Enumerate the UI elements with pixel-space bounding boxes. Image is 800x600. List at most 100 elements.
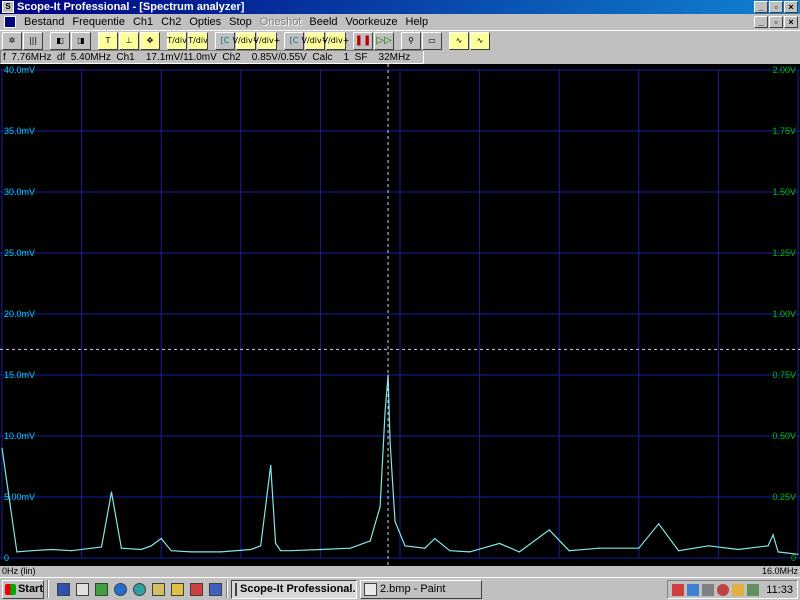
crosshair-button[interactable]: ✥ bbox=[140, 31, 160, 50]
spectrum-point bbox=[71, 550, 73, 552]
quicklaunch-paint-icon[interactable] bbox=[93, 581, 109, 597]
gear-button[interactable]: ✲ bbox=[2, 31, 22, 50]
tray-shield-icon[interactable] bbox=[717, 583, 730, 596]
quicklaunch-ie-icon[interactable] bbox=[112, 581, 128, 597]
window-controls: _ ▫ × bbox=[754, 1, 798, 13]
spectrum-point bbox=[140, 548, 142, 551]
channel-right-button[interactable]: ◨ bbox=[71, 31, 91, 50]
tray-monitor-icon[interactable] bbox=[702, 583, 715, 596]
pause-button[interactable]: ❚❚ bbox=[353, 31, 373, 50]
channel-left-button[interactable]: ◧ bbox=[50, 31, 70, 50]
tray-volume-icon[interactable] bbox=[747, 583, 760, 596]
tray-scheduler-icon[interactable] bbox=[732, 583, 745, 596]
spectrum-point bbox=[220, 551, 222, 553]
left-axis-label: 15.0mV bbox=[4, 370, 36, 380]
menu-opties[interactable]: Opties bbox=[185, 16, 225, 28]
time-cursor-button[interactable]: T bbox=[98, 31, 118, 50]
spectrum-point bbox=[389, 441, 391, 443]
spectrum-point bbox=[170, 550, 172, 552]
bars-icon: ||| bbox=[28, 35, 38, 45]
doc-minimize-button[interactable]: _ bbox=[754, 16, 768, 28]
left-axis-label: 10.0mV bbox=[4, 431, 36, 441]
x-axis-start-label: 0Hz (lin) bbox=[2, 566, 36, 576]
spectrum-point bbox=[678, 550, 680, 552]
wave-2-button[interactable]: ∿ bbox=[470, 31, 490, 50]
crosshair-icon: ✥ bbox=[146, 35, 154, 45]
spectrum-plot[interactable] bbox=[0, 64, 800, 566]
spectrum-point bbox=[449, 550, 451, 552]
quicklaunch-explorer-icon[interactable] bbox=[169, 581, 185, 597]
quicklaunch-calc-icon[interactable] bbox=[74, 581, 90, 597]
spectrum-point bbox=[100, 546, 103, 548]
spectrum-point bbox=[270, 464, 272, 466]
quicklaunch-network-icon[interactable] bbox=[131, 581, 147, 597]
menu-help[interactable]: Help bbox=[402, 16, 433, 28]
menu-ch1[interactable]: Ch1 bbox=[129, 16, 157, 28]
start-button[interactable]: Start bbox=[2, 579, 44, 599]
spectrum-point bbox=[548, 529, 550, 531]
menu-voorkeuze[interactable]: Voorkeuze bbox=[342, 16, 402, 28]
right-axis-label: 0.75V bbox=[772, 370, 796, 380]
right-axis-label: 0.50V bbox=[772, 431, 796, 441]
close-button[interactable]: × bbox=[784, 1, 798, 13]
toolbar: ✲ ||| ◧ ◨ T ⊥ ✥ T/div T/div [C V/div− V/div+ [C V/div… bbox=[0, 30, 800, 50]
app-icon[interactable]: S bbox=[2, 1, 14, 13]
left-axis-label: 0 bbox=[4, 553, 10, 563]
bars-button[interactable]: ||| bbox=[23, 31, 43, 50]
menu-frequentie[interactable]: Frequentie bbox=[68, 16, 129, 28]
title-bar[interactable]: S Scope-It Professional - [Spectrum anal… bbox=[0, 0, 800, 14]
dot-cursor-button[interactable]: ⊥ bbox=[119, 31, 139, 50]
tray-network-icon[interactable] bbox=[687, 583, 700, 596]
quicklaunch-outlook-icon[interactable] bbox=[188, 581, 204, 597]
right-axis-label: 0.25V bbox=[772, 492, 796, 502]
quicklaunch-desktop-icon[interactable] bbox=[150, 581, 166, 597]
menu-beeld[interactable]: Beeld bbox=[305, 16, 341, 28]
left-axis-label: 30.0mV bbox=[4, 187, 36, 197]
quicklaunch-media-icon[interactable] bbox=[207, 581, 223, 597]
menu-bestand[interactable]: Bestand bbox=[20, 16, 68, 28]
wave-1-button[interactable]: ∿ bbox=[449, 31, 469, 50]
spectrum-point bbox=[275, 542, 277, 544]
task-button-scope-it[interactable]: Scope-It Professional... bbox=[231, 579, 357, 599]
volt-div-up-icon: V/div+ bbox=[253, 35, 281, 45]
right-axis-label: 0 bbox=[790, 553, 796, 563]
minimize-button[interactable]: _ bbox=[754, 1, 768, 13]
paint-task-icon bbox=[364, 582, 377, 596]
spectrum-point bbox=[16, 551, 18, 553]
time-div-up-button[interactable]: T/div bbox=[167, 31, 187, 50]
doc-close-button[interactable]: × bbox=[784, 16, 798, 28]
menu-ch2[interactable]: Ch2 bbox=[157, 16, 185, 28]
quicklaunch-save-icon[interactable] bbox=[55, 581, 71, 597]
task-button-paint[interactable]: 2.bmp - Paint bbox=[360, 579, 482, 599]
time-div-down-button[interactable]: T/div bbox=[188, 31, 208, 50]
maximize-button[interactable]: ▫ bbox=[769, 1, 783, 13]
grid-button[interactable]: ▭ bbox=[422, 31, 442, 50]
spectrum-point bbox=[394, 520, 396, 522]
task-label: 2.bmp - Paint bbox=[380, 583, 446, 595]
time-div-down-icon: T/div bbox=[188, 35, 208, 45]
channel-left-icon: ◧ bbox=[56, 35, 64, 45]
menu-oneshot[interactable]: Oneshot bbox=[256, 16, 306, 28]
document-icon[interactable] bbox=[4, 16, 16, 28]
menu-bar: Bestand Frequentie Ch1 Ch2 Opties Stop Oneshot… bbox=[0, 14, 800, 30]
magnify-button[interactable]: ⚲ bbox=[401, 31, 421, 50]
volt-div-up-button[interactable]: V/div+ bbox=[254, 31, 280, 50]
wave-1-icon: ∿ bbox=[455, 35, 463, 45]
dot-cursor-icon: ⊥ bbox=[125, 35, 133, 45]
spectrum-point bbox=[319, 548, 321, 551]
volt-div-up-2-button[interactable]: V/div+ bbox=[323, 31, 349, 50]
menu-stop[interactable]: Stop bbox=[225, 16, 256, 28]
spectrum-point bbox=[384, 411, 386, 413]
magnify-icon: ⚲ bbox=[408, 35, 414, 45]
right-axis-label: 1.00V bbox=[772, 309, 796, 319]
channel-right-icon: ◨ bbox=[77, 35, 85, 45]
play-button[interactable]: ▷▷ bbox=[374, 31, 394, 50]
right-axis-label: 1.25V bbox=[772, 248, 796, 258]
tray-app-icon[interactable] bbox=[672, 583, 685, 596]
spectrum-point bbox=[434, 537, 436, 540]
x-axis-end-label: 16.0MHz bbox=[761, 566, 798, 576]
spectrum-point bbox=[498, 542, 501, 544]
doc-restore-button[interactable]: ▫ bbox=[769, 16, 783, 28]
spectrum-display[interactable]: 40.0mV 2.00V 35.0mV 1.75V 30.0mV 1.50V 25.0mV 1… bbox=[0, 64, 800, 566]
spectrum-point bbox=[150, 545, 152, 547]
